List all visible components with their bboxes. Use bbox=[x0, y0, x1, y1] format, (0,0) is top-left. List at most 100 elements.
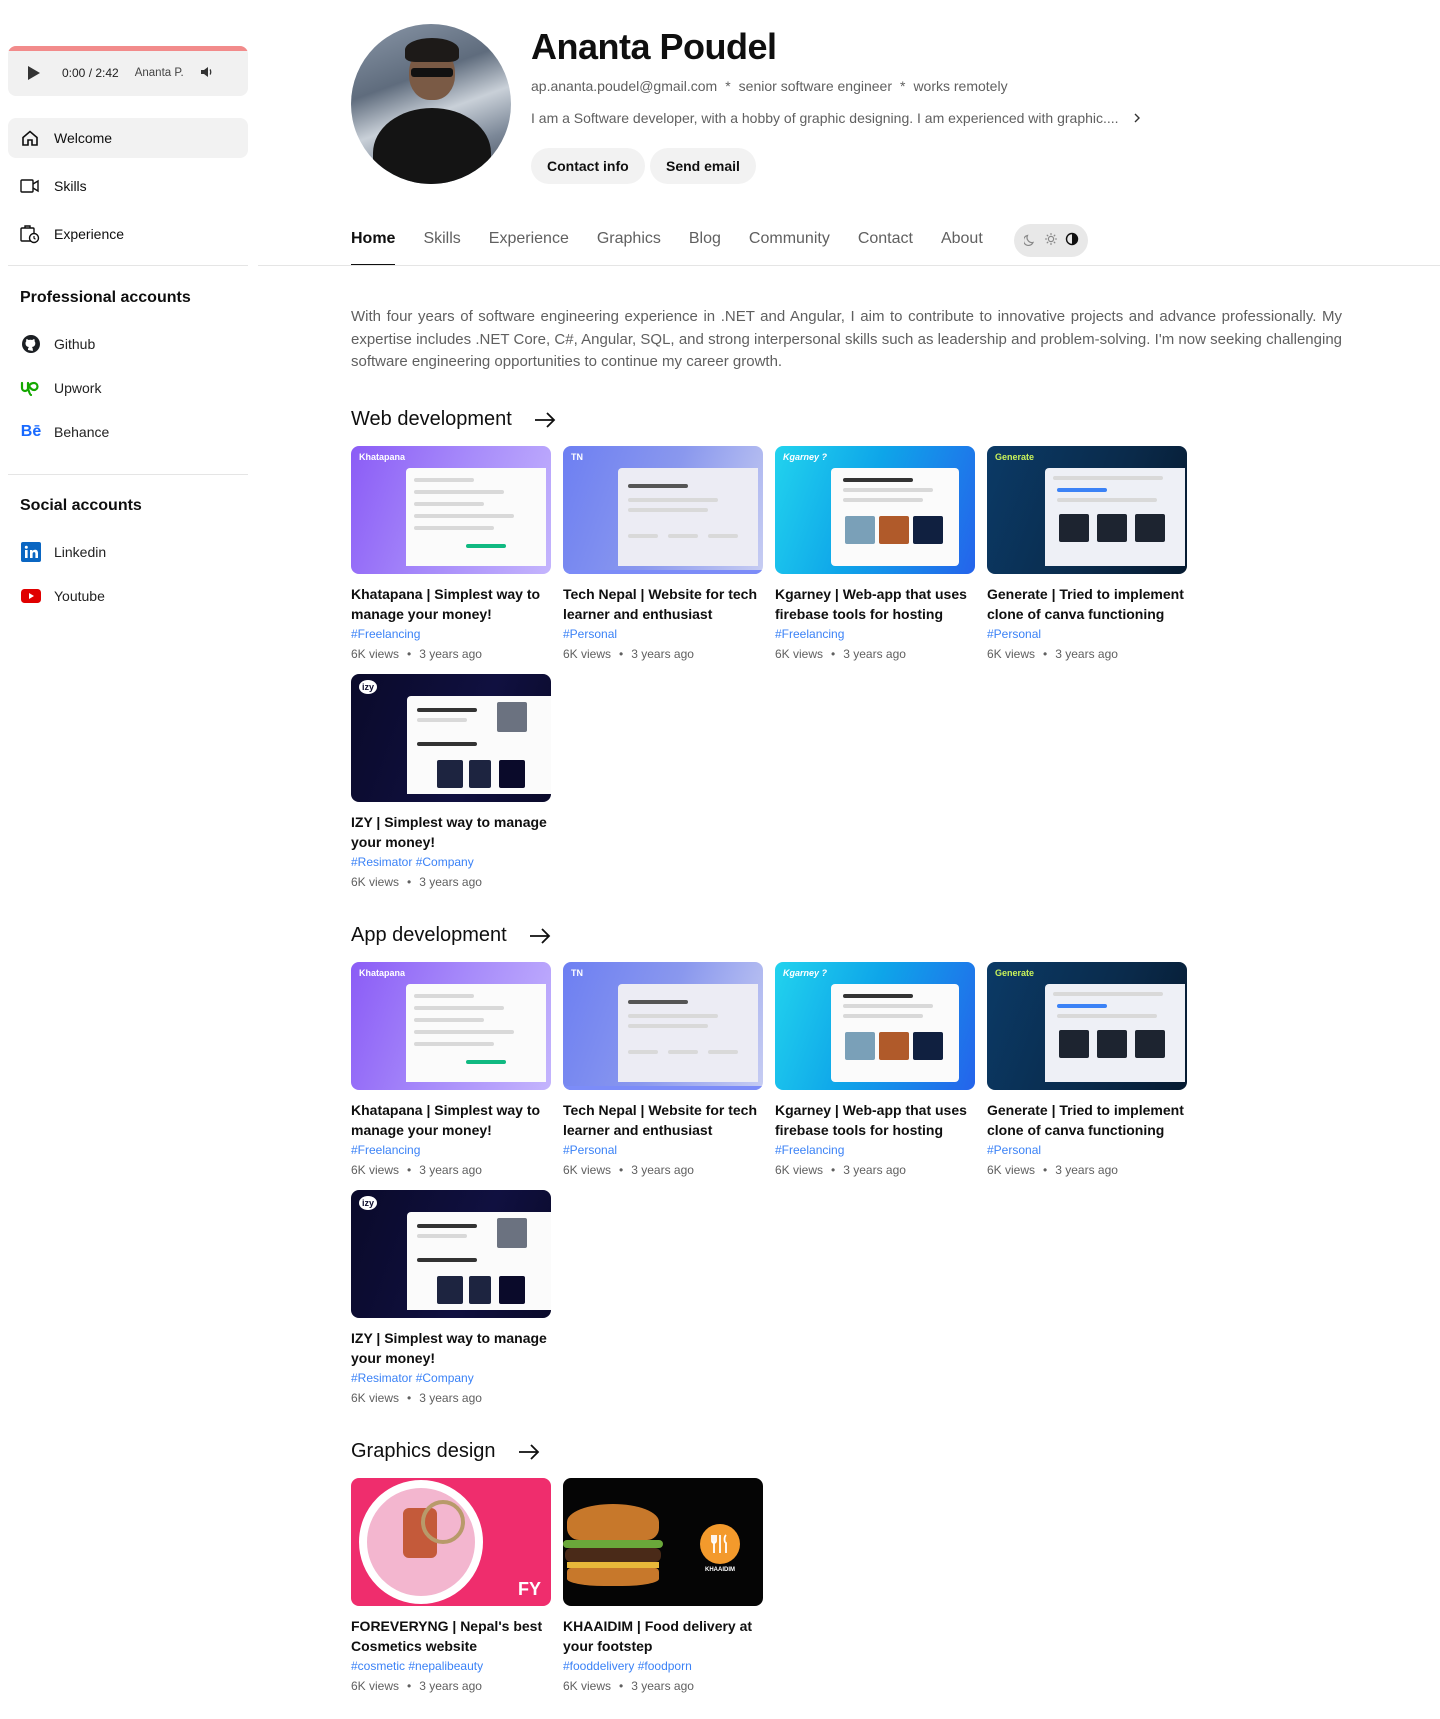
section-title: Graphics design bbox=[351, 1440, 496, 1462]
project-thumbnail[interactable]: FY bbox=[351, 1478, 551, 1606]
chevron-right-icon[interactable] bbox=[1133, 111, 1141, 126]
card-views: 6K views bbox=[351, 1391, 400, 1405]
audio-progress-bar[interactable] bbox=[8, 46, 248, 51]
thumb-label: Kgarney ? bbox=[783, 968, 828, 978]
tab-about[interactable]: About bbox=[941, 222, 983, 266]
sidebar-item-skills[interactable]: Skills bbox=[8, 166, 248, 206]
project-card[interactable]: TN Tech Nepal | Website for tech learner… bbox=[563, 962, 763, 1178]
card-tags[interactable]: #Personal bbox=[563, 626, 763, 643]
card-title[interactable]: Tech Nepal | Website for tech learner an… bbox=[563, 584, 763, 624]
project-thumbnail[interactable]: Kgarney ? bbox=[775, 446, 975, 574]
card-title[interactable]: FOREVERYNG | Nepal's best Cosmetics webs… bbox=[351, 1616, 551, 1656]
tab-contact[interactable]: Contact bbox=[858, 222, 913, 266]
bio-text: I am a Software developer, with a hobby … bbox=[531, 110, 1119, 126]
card-tags[interactable]: #Freelancing bbox=[775, 626, 975, 643]
card-tags[interactable]: #Freelancing bbox=[351, 1142, 551, 1159]
card-title[interactable]: IZY | Simplest way to manage your money! bbox=[351, 812, 551, 852]
project-card[interactable]: izy IZY | Simplest way to manage your mo… bbox=[351, 674, 551, 890]
profile-bio[interactable]: I am a Software developer, with a hobby … bbox=[531, 110, 1141, 126]
card-title[interactable]: Generate | Tried to implement clone of c… bbox=[987, 1100, 1187, 1140]
thumb-label: izy bbox=[359, 680, 378, 694]
app-development-header[interactable]: App development bbox=[351, 924, 551, 947]
tabs-divider bbox=[258, 265, 1440, 266]
project-card[interactable]: Kgarney ? Kgarney | Web-app that uses fi… bbox=[775, 446, 975, 662]
theme-toggle[interactable] bbox=[1014, 224, 1088, 257]
project-card[interactable]: FY FOREVERYNG | Nepal's best Cosmetics w… bbox=[351, 1478, 551, 1694]
thumb-label: Generate bbox=[995, 452, 1035, 462]
card-title[interactable]: Tech Nepal | Website for tech learner an… bbox=[563, 1100, 763, 1140]
card-title[interactable]: Khatapana | Simplest way to manage your … bbox=[351, 584, 551, 624]
card-age: 3 years ago bbox=[631, 1679, 694, 1693]
card-title[interactable]: KHAAIDIM | Food delivery at your footste… bbox=[563, 1616, 763, 1656]
project-card[interactable]: TN Tech Nepal | Website for tech learner… bbox=[563, 446, 763, 662]
project-thumbnail[interactable]: Kgarney ? bbox=[775, 962, 975, 1090]
project-thumbnail[interactable]: TN bbox=[563, 962, 763, 1090]
link-behance[interactable]: Bē Behance bbox=[20, 421, 110, 443]
sidebar-item-experience[interactable]: Experience bbox=[8, 214, 248, 254]
project-thumbnail[interactable]: izy bbox=[351, 674, 551, 802]
send-email-button[interactable]: Send email bbox=[650, 148, 756, 184]
moon-icon[interactable] bbox=[1022, 233, 1037, 249]
project-card[interactable]: izy IZY | Simplest way to manage your mo… bbox=[351, 1190, 551, 1406]
project-thumbnail[interactable]: Generate bbox=[987, 962, 1187, 1090]
project-thumbnail[interactable]: Generate bbox=[987, 446, 1187, 574]
thumb-label: TN bbox=[571, 968, 583, 978]
project-card[interactable]: Kgarney ? Kgarney | Web-app that uses fi… bbox=[775, 962, 975, 1178]
project-card[interactable]: Khatapana Khatapana | Simplest way to ma… bbox=[351, 962, 551, 1178]
card-tags[interactable]: #Freelancing bbox=[351, 626, 551, 643]
card-tags[interactable]: #Personal bbox=[987, 1142, 1187, 1159]
link-upwork[interactable]: Upwork bbox=[20, 377, 101, 399]
card-tags[interactable]: #Resimator #Company bbox=[351, 854, 551, 871]
card-views: 6K views bbox=[351, 875, 400, 889]
card-tags[interactable]: #Resimator #Company bbox=[351, 1370, 551, 1387]
card-tags[interactable]: #fooddelivery #foodporn bbox=[563, 1658, 763, 1675]
card-title[interactable]: IZY | Simplest way to manage your money! bbox=[351, 1328, 551, 1368]
thumb-label: FY bbox=[517, 1579, 541, 1599]
project-card[interactable]: KHAAIDIM KHAAIDIM | Food delivery at you… bbox=[563, 1478, 763, 1694]
card-title[interactable]: Kgarney | Web-app that uses firebase too… bbox=[775, 1100, 975, 1140]
avatar bbox=[351, 24, 511, 184]
project-thumbnail[interactable]: Khatapana bbox=[351, 962, 551, 1090]
thumb-label: TN bbox=[571, 452, 583, 462]
arrow-right-icon[interactable] bbox=[534, 411, 556, 428]
tab-community[interactable]: Community bbox=[749, 222, 830, 266]
meta-separator: * bbox=[899, 78, 906, 94]
link-linkedin[interactable]: Linkedin bbox=[20, 541, 106, 563]
profile-role: senior software engineer bbox=[738, 78, 892, 94]
arrow-right-icon[interactable] bbox=[518, 1443, 540, 1460]
tab-graphics[interactable]: Graphics bbox=[597, 222, 661, 266]
audio-player[interactable]: 0:00 / 2:42 Ananta P. bbox=[8, 46, 248, 96]
project-card[interactable]: Generate Generate | Tried to implement c… bbox=[987, 962, 1187, 1178]
project-thumbnail[interactable]: KHAAIDIM bbox=[563, 1478, 763, 1606]
sun-icon[interactable] bbox=[1044, 232, 1058, 249]
card-tags[interactable]: #cosmetic #nepalibeauty bbox=[351, 1658, 551, 1675]
card-tags[interactable]: #Personal bbox=[563, 1142, 763, 1159]
link-github[interactable]: Github bbox=[20, 333, 95, 355]
project-thumbnail[interactable]: TN bbox=[563, 446, 763, 574]
web-development-header[interactable]: Web development bbox=[351, 408, 556, 431]
tab-home[interactable]: Home bbox=[351, 222, 396, 266]
project-thumbnail[interactable]: izy bbox=[351, 1190, 551, 1318]
card-tags[interactable]: #Freelancing bbox=[775, 1142, 975, 1159]
card-title[interactable]: Khatapana | Simplest way to manage your … bbox=[351, 1100, 551, 1140]
tab-experience[interactable]: Experience bbox=[489, 222, 569, 266]
tab-blog[interactable]: Blog bbox=[689, 222, 721, 266]
graphics-design-header[interactable]: Graphics design bbox=[351, 1440, 540, 1463]
project-card[interactable]: Generate Generate | Tried to implement c… bbox=[987, 446, 1187, 662]
project-card[interactable]: Khatapana Khatapana | Simplest way to ma… bbox=[351, 446, 551, 662]
arrow-right-icon[interactable] bbox=[529, 927, 551, 944]
card-views: 6K views bbox=[351, 1679, 400, 1693]
tab-skills[interactable]: Skills bbox=[423, 222, 460, 266]
volume-icon[interactable] bbox=[200, 65, 214, 82]
play-icon[interactable] bbox=[28, 66, 40, 80]
contrast-icon[interactable] bbox=[1065, 232, 1079, 249]
link-youtube[interactable]: Youtube bbox=[20, 585, 105, 607]
contact-info-button[interactable]: Contact info bbox=[531, 148, 645, 184]
project-thumbnail[interactable]: Khatapana bbox=[351, 446, 551, 574]
card-views: 6K views bbox=[775, 1163, 824, 1177]
card-title[interactable]: Generate | Tried to implement clone of c… bbox=[987, 584, 1187, 624]
card-title[interactable]: Kgarney | Web-app that uses firebase too… bbox=[775, 584, 975, 624]
sidebar-item-welcome[interactable]: Welcome bbox=[8, 118, 248, 158]
video-icon bbox=[20, 176, 40, 196]
card-tags[interactable]: #Personal bbox=[987, 626, 1187, 643]
